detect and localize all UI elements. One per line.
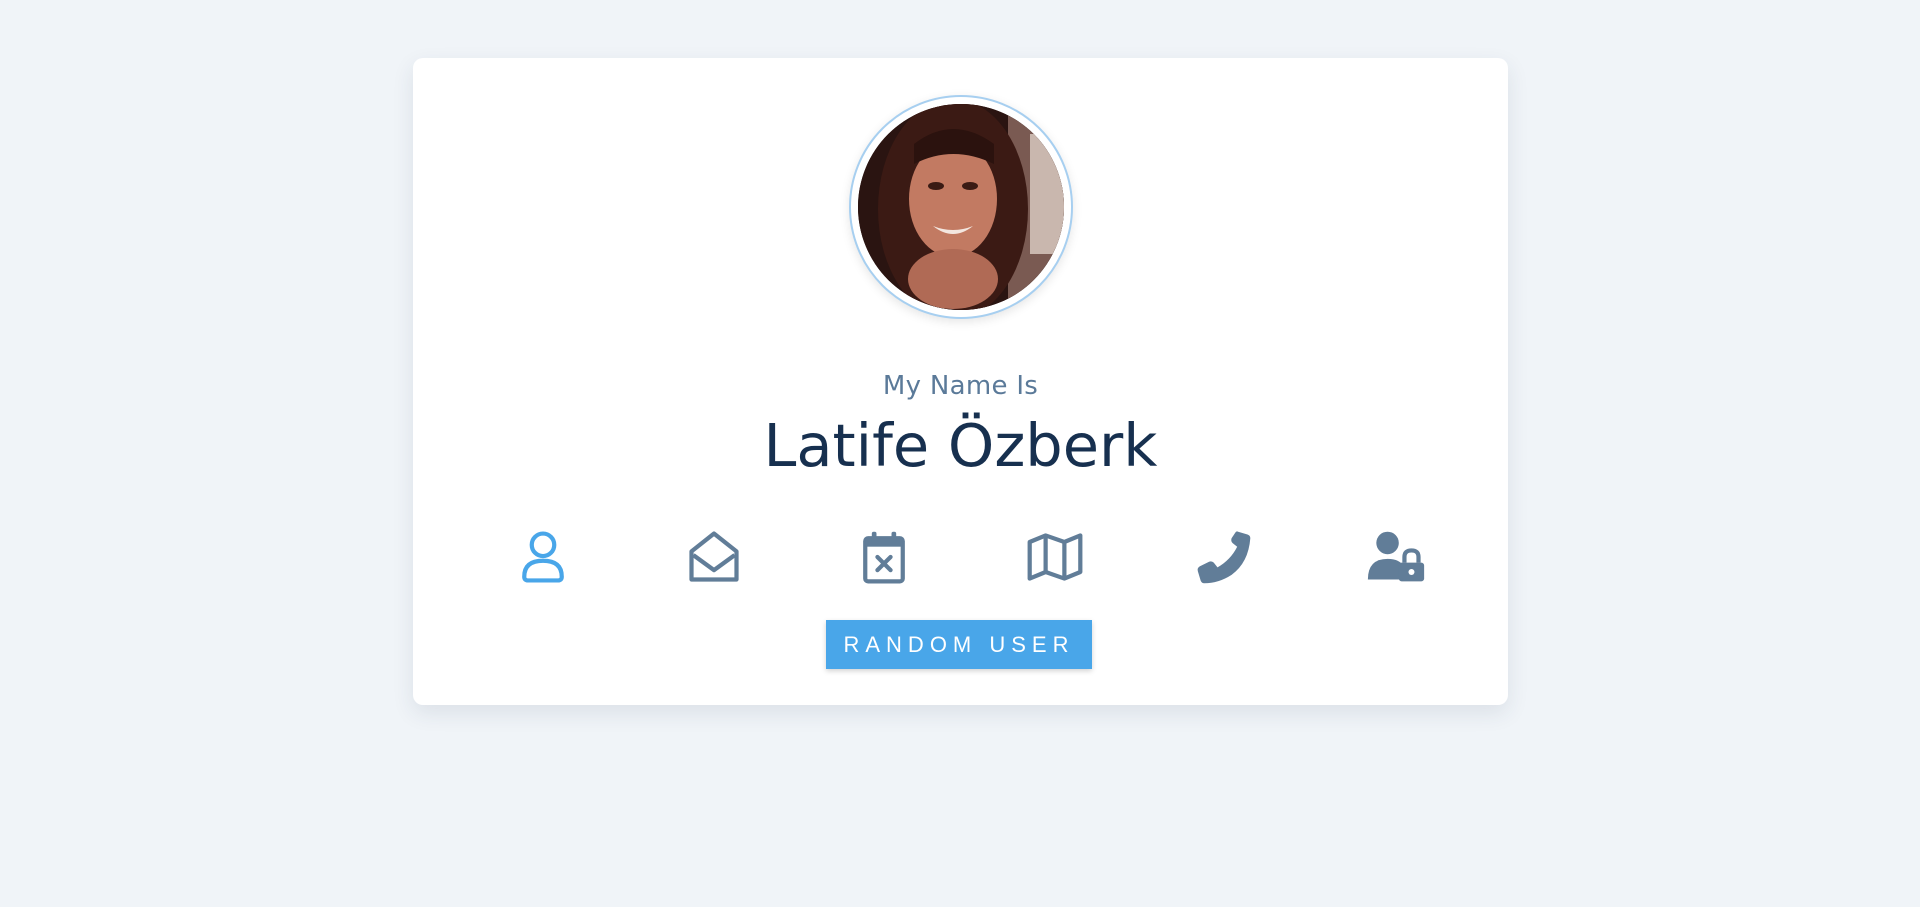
map-icon xyxy=(1027,533,1083,581)
info-value: Latife Özberk xyxy=(763,411,1158,480)
envelope-icon-button[interactable] xyxy=(678,525,750,589)
user-icon xyxy=(522,531,564,583)
envelope-open-icon xyxy=(689,531,739,582)
phone-icon-button[interactable] xyxy=(1189,525,1261,589)
user-icon-button[interactable] xyxy=(507,525,579,589)
user-card: My Name Is Latife Özberk RANDOM USER xyxy=(413,58,1508,705)
avatar xyxy=(849,95,1073,319)
calendar-times-icon xyxy=(863,531,905,584)
portrait-image xyxy=(858,104,1064,310)
user-lock-icon xyxy=(1367,531,1425,582)
calendar-icon-button[interactable] xyxy=(848,525,920,589)
icon-bar xyxy=(413,525,1508,589)
avatar-photo xyxy=(858,104,1064,310)
random-user-button[interactable]: RANDOM USER xyxy=(826,620,1092,669)
lock-icon-button[interactable] xyxy=(1360,525,1432,589)
phone-icon xyxy=(1197,531,1251,584)
map-icon-button[interactable] xyxy=(1019,525,1091,589)
info-label: My Name Is xyxy=(882,371,1039,401)
